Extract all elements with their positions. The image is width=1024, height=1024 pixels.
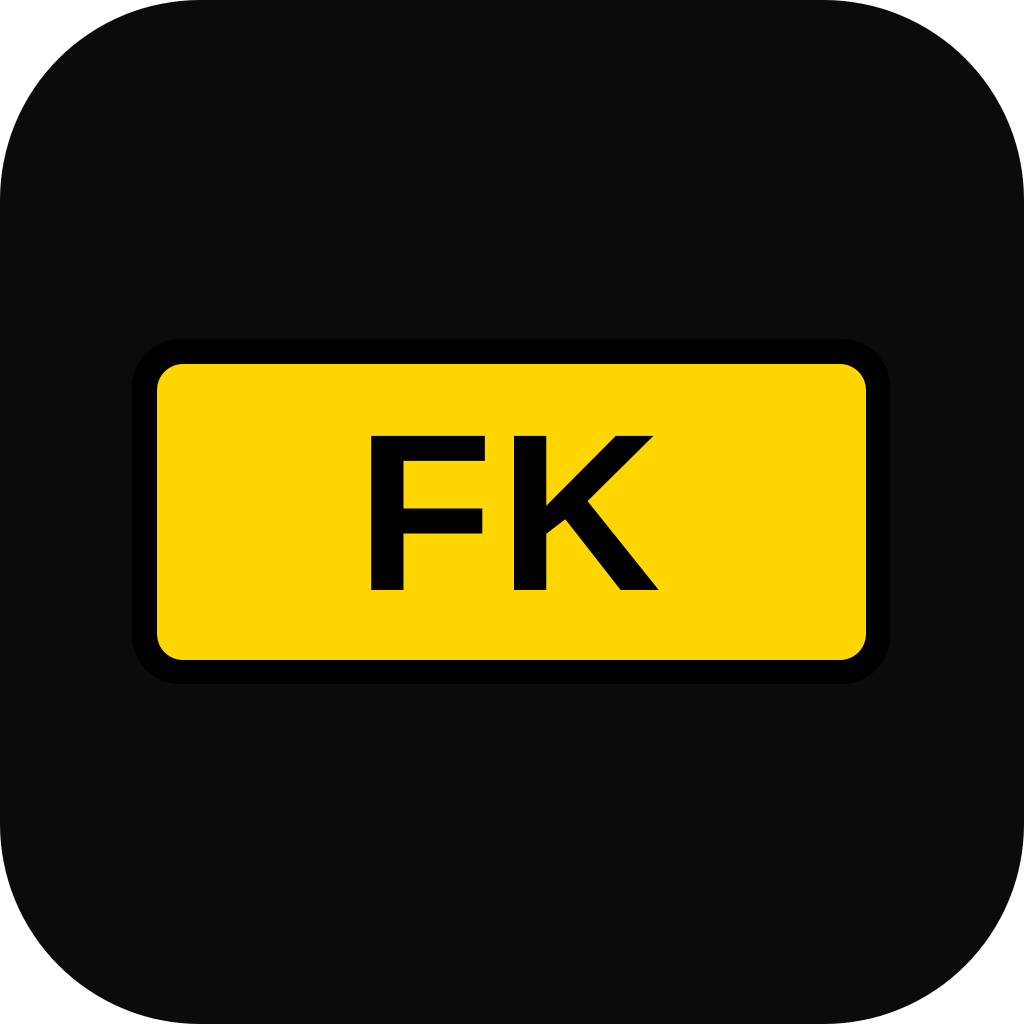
badge-text: FK bbox=[356, 388, 667, 638]
app-icon[interactable]: FK bbox=[0, 0, 1024, 1024]
fk-badge: FK bbox=[157, 364, 866, 660]
